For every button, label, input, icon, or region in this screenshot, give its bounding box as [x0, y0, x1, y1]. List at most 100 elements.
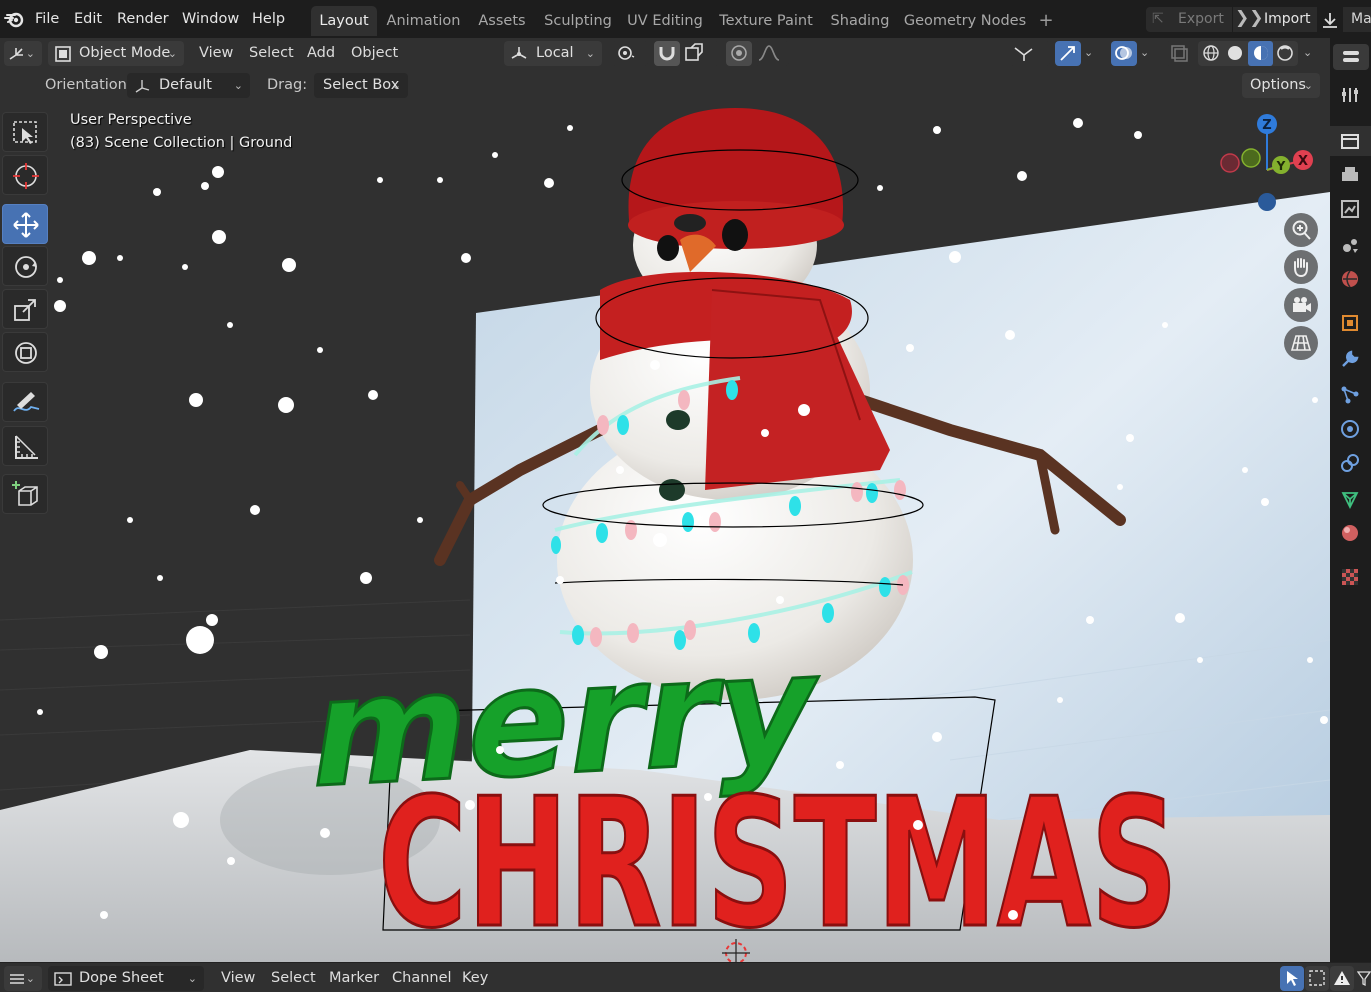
chevron-down-icon[interactable]: ⌄ [1140, 40, 1149, 66]
options-dropdown[interactable]: Options ⌄ [1242, 73, 1320, 98]
import-button[interactable]: ❯❯ Import [1233, 7, 1317, 32]
transform-orientation-selector[interactable]: Local ⌄ [504, 41, 602, 66]
camera-view-button[interactable] [1284, 288, 1318, 322]
data-tab-icon[interactable] [1339, 488, 1361, 510]
ortho-toggle-button[interactable] [1284, 326, 1318, 360]
output-tab-icon[interactable] [1339, 164, 1361, 186]
modifier-tab-icon[interactable] [1339, 348, 1361, 370]
tab-shading[interactable]: Shading [826, 6, 894, 36]
editor-type-selector[interactable]: ⌄ [4, 966, 42, 991]
filter-button[interactable] [1356, 966, 1371, 991]
particles-tab-icon[interactable] [1339, 384, 1361, 406]
chevron-down-icon[interactable]: ⌄ [1303, 40, 1312, 66]
download-icon [1323, 13, 1337, 28]
orientation-mode-label: Local [536, 45, 574, 61]
rotate-tool[interactable] [2, 246, 48, 286]
texture-tab-icon[interactable] [1339, 566, 1361, 588]
chevron-down-icon: ⌄ [167, 47, 177, 60]
zoom-button[interactable] [1284, 213, 1318, 247]
drag-selector[interactable]: Select Box ⌄ [314, 73, 408, 98]
scene-selector[interactable]: Ma [1343, 7, 1371, 32]
constraints-tab-icon[interactable] [1339, 452, 1361, 474]
neg-z-axis-handle[interactable] [1258, 193, 1276, 211]
orientation-selector[interactable]: Default ⌄ [127, 73, 250, 98]
tab-sculpting[interactable]: Sculpting [541, 6, 615, 36]
dope-sheet-mode-selector[interactable]: Dope Sheet ⌄ [48, 966, 204, 991]
gizmo-toggle-button[interactable] [1055, 41, 1081, 66]
falloff-button[interactable] [755, 41, 789, 66]
solid-shading-icon[interactable] [1225, 43, 1245, 63]
tool-tab-icon[interactable] [1339, 84, 1361, 106]
menu-select[interactable]: Select [271, 963, 316, 992]
blender-logo-icon[interactable] [3, 0, 25, 38]
render-tab-icon[interactable] [1339, 130, 1361, 152]
scene-tab-icon[interactable] [1339, 234, 1361, 256]
download-button[interactable] [1319, 7, 1341, 32]
overlays-toggle-button[interactable] [1111, 41, 1137, 66]
physics-tab-icon[interactable] [1339, 418, 1361, 440]
add-cube-tool[interactable] [2, 474, 48, 514]
snap-toggle-button[interactable] [654, 41, 680, 66]
menu-marker[interactable]: Marker [329, 963, 379, 992]
menu-object[interactable]: Object [351, 40, 398, 66]
menu-file[interactable]: File [35, 0, 59, 38]
properties-editor-button[interactable] [1333, 44, 1369, 70]
annotate-tool[interactable] [2, 382, 48, 422]
object-tab-icon[interactable] [1339, 312, 1361, 334]
material-tab-icon[interactable] [1339, 522, 1361, 544]
proportional-editing-button[interactable] [726, 41, 752, 66]
scale-tool[interactable] [2, 289, 48, 329]
menu-select[interactable]: Select [249, 40, 294, 66]
neg-x-axis-handle[interactable] [1220, 153, 1240, 173]
menu-help[interactable]: Help [252, 0, 285, 38]
axis-gizmo[interactable]: Z Y X [1210, 112, 1330, 222]
measure-tool[interactable] [2, 426, 48, 466]
pointer-icon [1287, 971, 1298, 986]
mode-selector[interactable]: Object Mode ⌄ [48, 41, 184, 66]
visibility-selector[interactable] [1010, 41, 1050, 66]
tab-uv-editing[interactable]: UV Editing [624, 6, 706, 36]
world-tab-icon[interactable] [1339, 268, 1361, 290]
move-tool[interactable] [2, 204, 48, 244]
material-shading-active[interactable] [1248, 41, 1273, 66]
menu-channel[interactable]: Channel [392, 963, 452, 992]
tab-layout[interactable]: Layout [311, 6, 377, 36]
falloff-curve-icon [758, 45, 780, 61]
rendered-shading-icon[interactable] [1275, 43, 1295, 63]
menu-render[interactable]: Render [117, 0, 169, 38]
menu-view[interactable]: View [221, 963, 255, 992]
snap-target-button[interactable] [681, 41, 719, 66]
add-workspace-button[interactable]: + [1033, 6, 1059, 36]
neg-y-axis-handle[interactable] [1241, 148, 1261, 168]
tab-animation[interactable]: Animation [383, 6, 464, 36]
wireframe-shading-icon[interactable] [1201, 43, 1221, 63]
tab-assets[interactable]: Assets [474, 6, 530, 36]
dope-sheet-icon [10, 974, 24, 984]
xray-toggle-button[interactable] [1166, 41, 1192, 66]
chevron-down-icon: ⌄ [25, 47, 35, 60]
only-selected-toggle[interactable] [1280, 966, 1304, 991]
export-button[interactable]: ⇱ Export [1146, 7, 1232, 32]
x-axis-label: X [1298, 154, 1308, 169]
show-hidden-toggle[interactable] [1305, 966, 1329, 991]
chevron-down-icon: ⌄ [1303, 79, 1313, 92]
warning-toggle[interactable] [1330, 966, 1354, 991]
transform-tool[interactable] [2, 332, 48, 372]
tab-geometry-nodes[interactable]: Geometry Nodes [903, 6, 1027, 36]
menu-window[interactable]: Window [182, 0, 239, 38]
pan-button[interactable] [1284, 250, 1318, 284]
3d-viewport[interactable]: merry CHRISTMAS User Perspective (83) Sc… [0, 102, 1330, 962]
view-layer-tab-icon[interactable] [1339, 198, 1361, 220]
menu-key[interactable]: Key [462, 963, 488, 992]
tab-texture-paint[interactable]: Texture Paint [716, 6, 816, 36]
editor-type-selector[interactable]: ⌄ [4, 41, 42, 66]
export-label: Export [1178, 11, 1224, 27]
cursor-tool[interactable] [2, 155, 48, 195]
timeline-header: ⌄ Dope Sheet ⌄ View Select Marker Channe… [0, 962, 1371, 992]
menu-add[interactable]: Add [307, 40, 335, 66]
pivot-point-button[interactable] [612, 41, 648, 66]
select-box-tool[interactable] [2, 112, 48, 152]
chevron-down-icon[interactable]: ⌄ [1084, 40, 1093, 66]
menu-view[interactable]: View [199, 40, 233, 66]
menu-edit[interactable]: Edit [74, 0, 102, 38]
